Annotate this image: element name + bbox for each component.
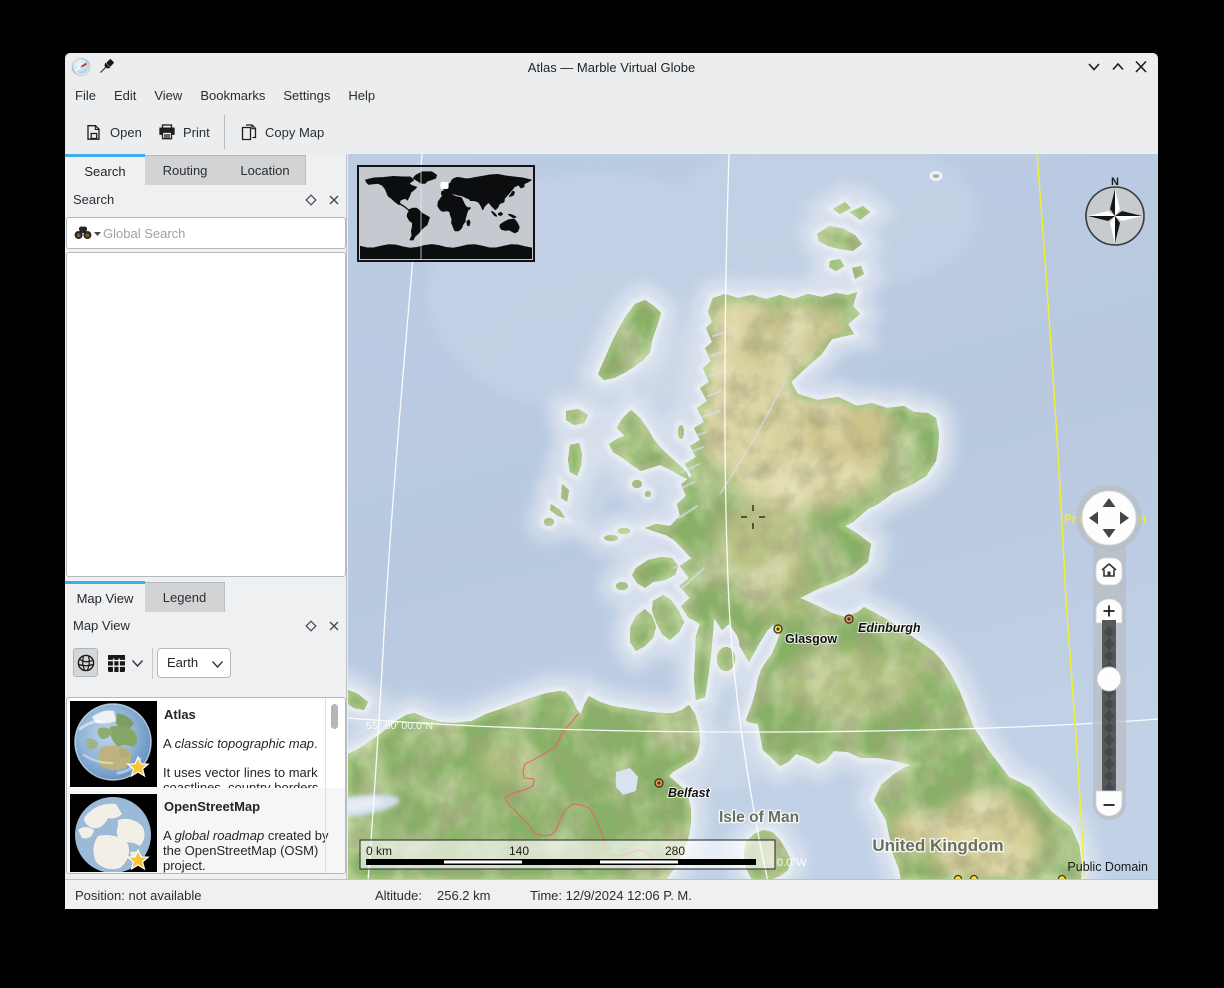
svg-text:0.0"W: 0.0"W	[777, 857, 807, 869]
svg-text:Glasgow: Glasgow	[785, 632, 837, 646]
svg-text:United Kingdom: United Kingdom	[872, 836, 1003, 855]
svg-text:280: 280	[665, 844, 685, 858]
svg-text:N: N	[1111, 176, 1119, 188]
svg-text:0 km: 0 km	[366, 844, 392, 858]
svg-text:Belfast: Belfast	[668, 786, 711, 800]
svg-text:55° 00' 00.0"N: 55° 00' 00.0"N	[366, 720, 433, 732]
svg-text:Isle of Man: Isle of Man	[719, 809, 799, 826]
svg-text:140: 140	[509, 844, 529, 858]
svg-text:Edinburgh: Edinburgh	[858, 621, 921, 635]
svg-text:Public Domain: Public Domain	[1067, 860, 1148, 874]
